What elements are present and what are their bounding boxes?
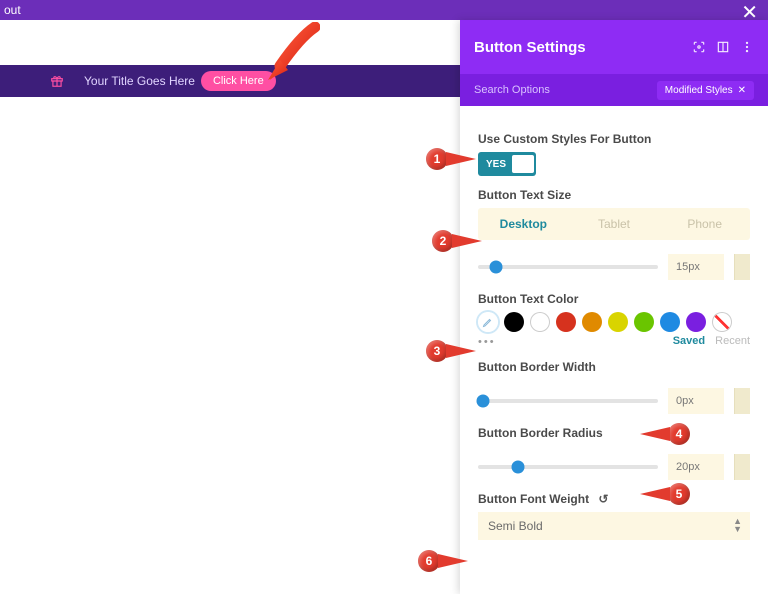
modified-styles-chip[interactable]: Modified Styles ✕ <box>657 81 754 100</box>
panel-subheader: Search Options Modified Styles ✕ <box>460 74 768 106</box>
app-topbar: out <box>0 0 768 20</box>
slider-text-size[interactable] <box>478 265 658 269</box>
toggle-custom-styles[interactable]: YES <box>478 152 536 176</box>
select-value: Semi Bold <box>488 519 543 533</box>
label-border-width: Button Border Width <box>478 360 750 374</box>
swatch-green[interactable] <box>634 312 654 332</box>
color-swatches <box>478 312 750 332</box>
swatch-picker[interactable] <box>478 312 498 332</box>
slider-thumb[interactable] <box>477 395 490 408</box>
swatch-red[interactable] <box>556 312 576 332</box>
device-tabs: Desktop Tablet Phone <box>478 208 750 240</box>
settings-panel: Button Settings Search Options Modified … <box>460 20 768 594</box>
label-text-color: Button Text Color <box>478 292 750 306</box>
swatch-yellow[interactable] <box>608 312 628 332</box>
tab-desktop[interactable]: Desktop <box>478 208 569 240</box>
swatch-white[interactable] <box>530 312 550 332</box>
slider-border-radius[interactable] <box>478 465 658 469</box>
swatch-recent-link[interactable]: Recent <box>715 335 750 347</box>
tab-phone[interactable]: Phone <box>659 208 750 240</box>
kebab-icon[interactable] <box>740 40 754 54</box>
stepper-border-radius[interactable] <box>734 454 750 480</box>
expand-icon[interactable] <box>716 40 730 54</box>
slider-thumb[interactable] <box>490 261 503 274</box>
swatch-blue[interactable] <box>660 312 680 332</box>
swatch-none[interactable] <box>712 312 732 332</box>
slider-thumb[interactable] <box>511 461 524 474</box>
panel-title: Button Settings <box>474 39 682 56</box>
stepper-border-width[interactable] <box>734 388 750 414</box>
toggle-knob <box>512 155 534 173</box>
panel-body: Use Custom Styles For Button YES Button … <box>460 106 768 594</box>
chip-close-icon[interactable]: ✕ <box>738 85 746 96</box>
gift-icon <box>50 74 64 88</box>
swatch-orange[interactable] <box>582 312 602 332</box>
swatch-more-icon[interactable]: ••• <box>478 336 496 348</box>
swatch-black[interactable] <box>504 312 524 332</box>
modified-styles-label: Modified Styles <box>665 85 733 96</box>
promo-cta-button[interactable]: Click Here <box>201 71 276 91</box>
label-font-weight: Button Font Weight ↺ <box>478 492 750 506</box>
stepper-text-size[interactable] <box>734 254 750 280</box>
swatch-saved-link[interactable]: Saved <box>673 335 705 347</box>
focus-icon[interactable] <box>692 40 706 54</box>
topbar-fragment: out <box>4 3 21 17</box>
value-border-radius[interactable]: 20px <box>668 454 724 480</box>
select-font-weight[interactable]: Semi Bold ▲▼ <box>478 512 750 540</box>
swatch-purple[interactable] <box>686 312 706 332</box>
panel-header: Button Settings <box>460 20 768 74</box>
slider-border-width[interactable] <box>478 399 658 403</box>
value-border-width[interactable]: 0px <box>668 388 724 414</box>
value-text-size[interactable]: 15px <box>668 254 724 280</box>
toggle-value: YES <box>480 159 512 170</box>
search-input[interactable]: Search Options <box>474 84 657 96</box>
label-border-radius: Button Border Radius <box>478 426 750 440</box>
promo-title: Your Title Goes Here <box>84 74 195 88</box>
label-custom-styles: Use Custom Styles For Button <box>478 132 750 146</box>
reset-icon[interactable]: ↺ <box>598 492 608 506</box>
chevron-updown-icon: ▲▼ <box>733 517 742 533</box>
label-text-size: Button Text Size <box>478 188 750 202</box>
tab-tablet[interactable]: Tablet <box>569 208 660 240</box>
